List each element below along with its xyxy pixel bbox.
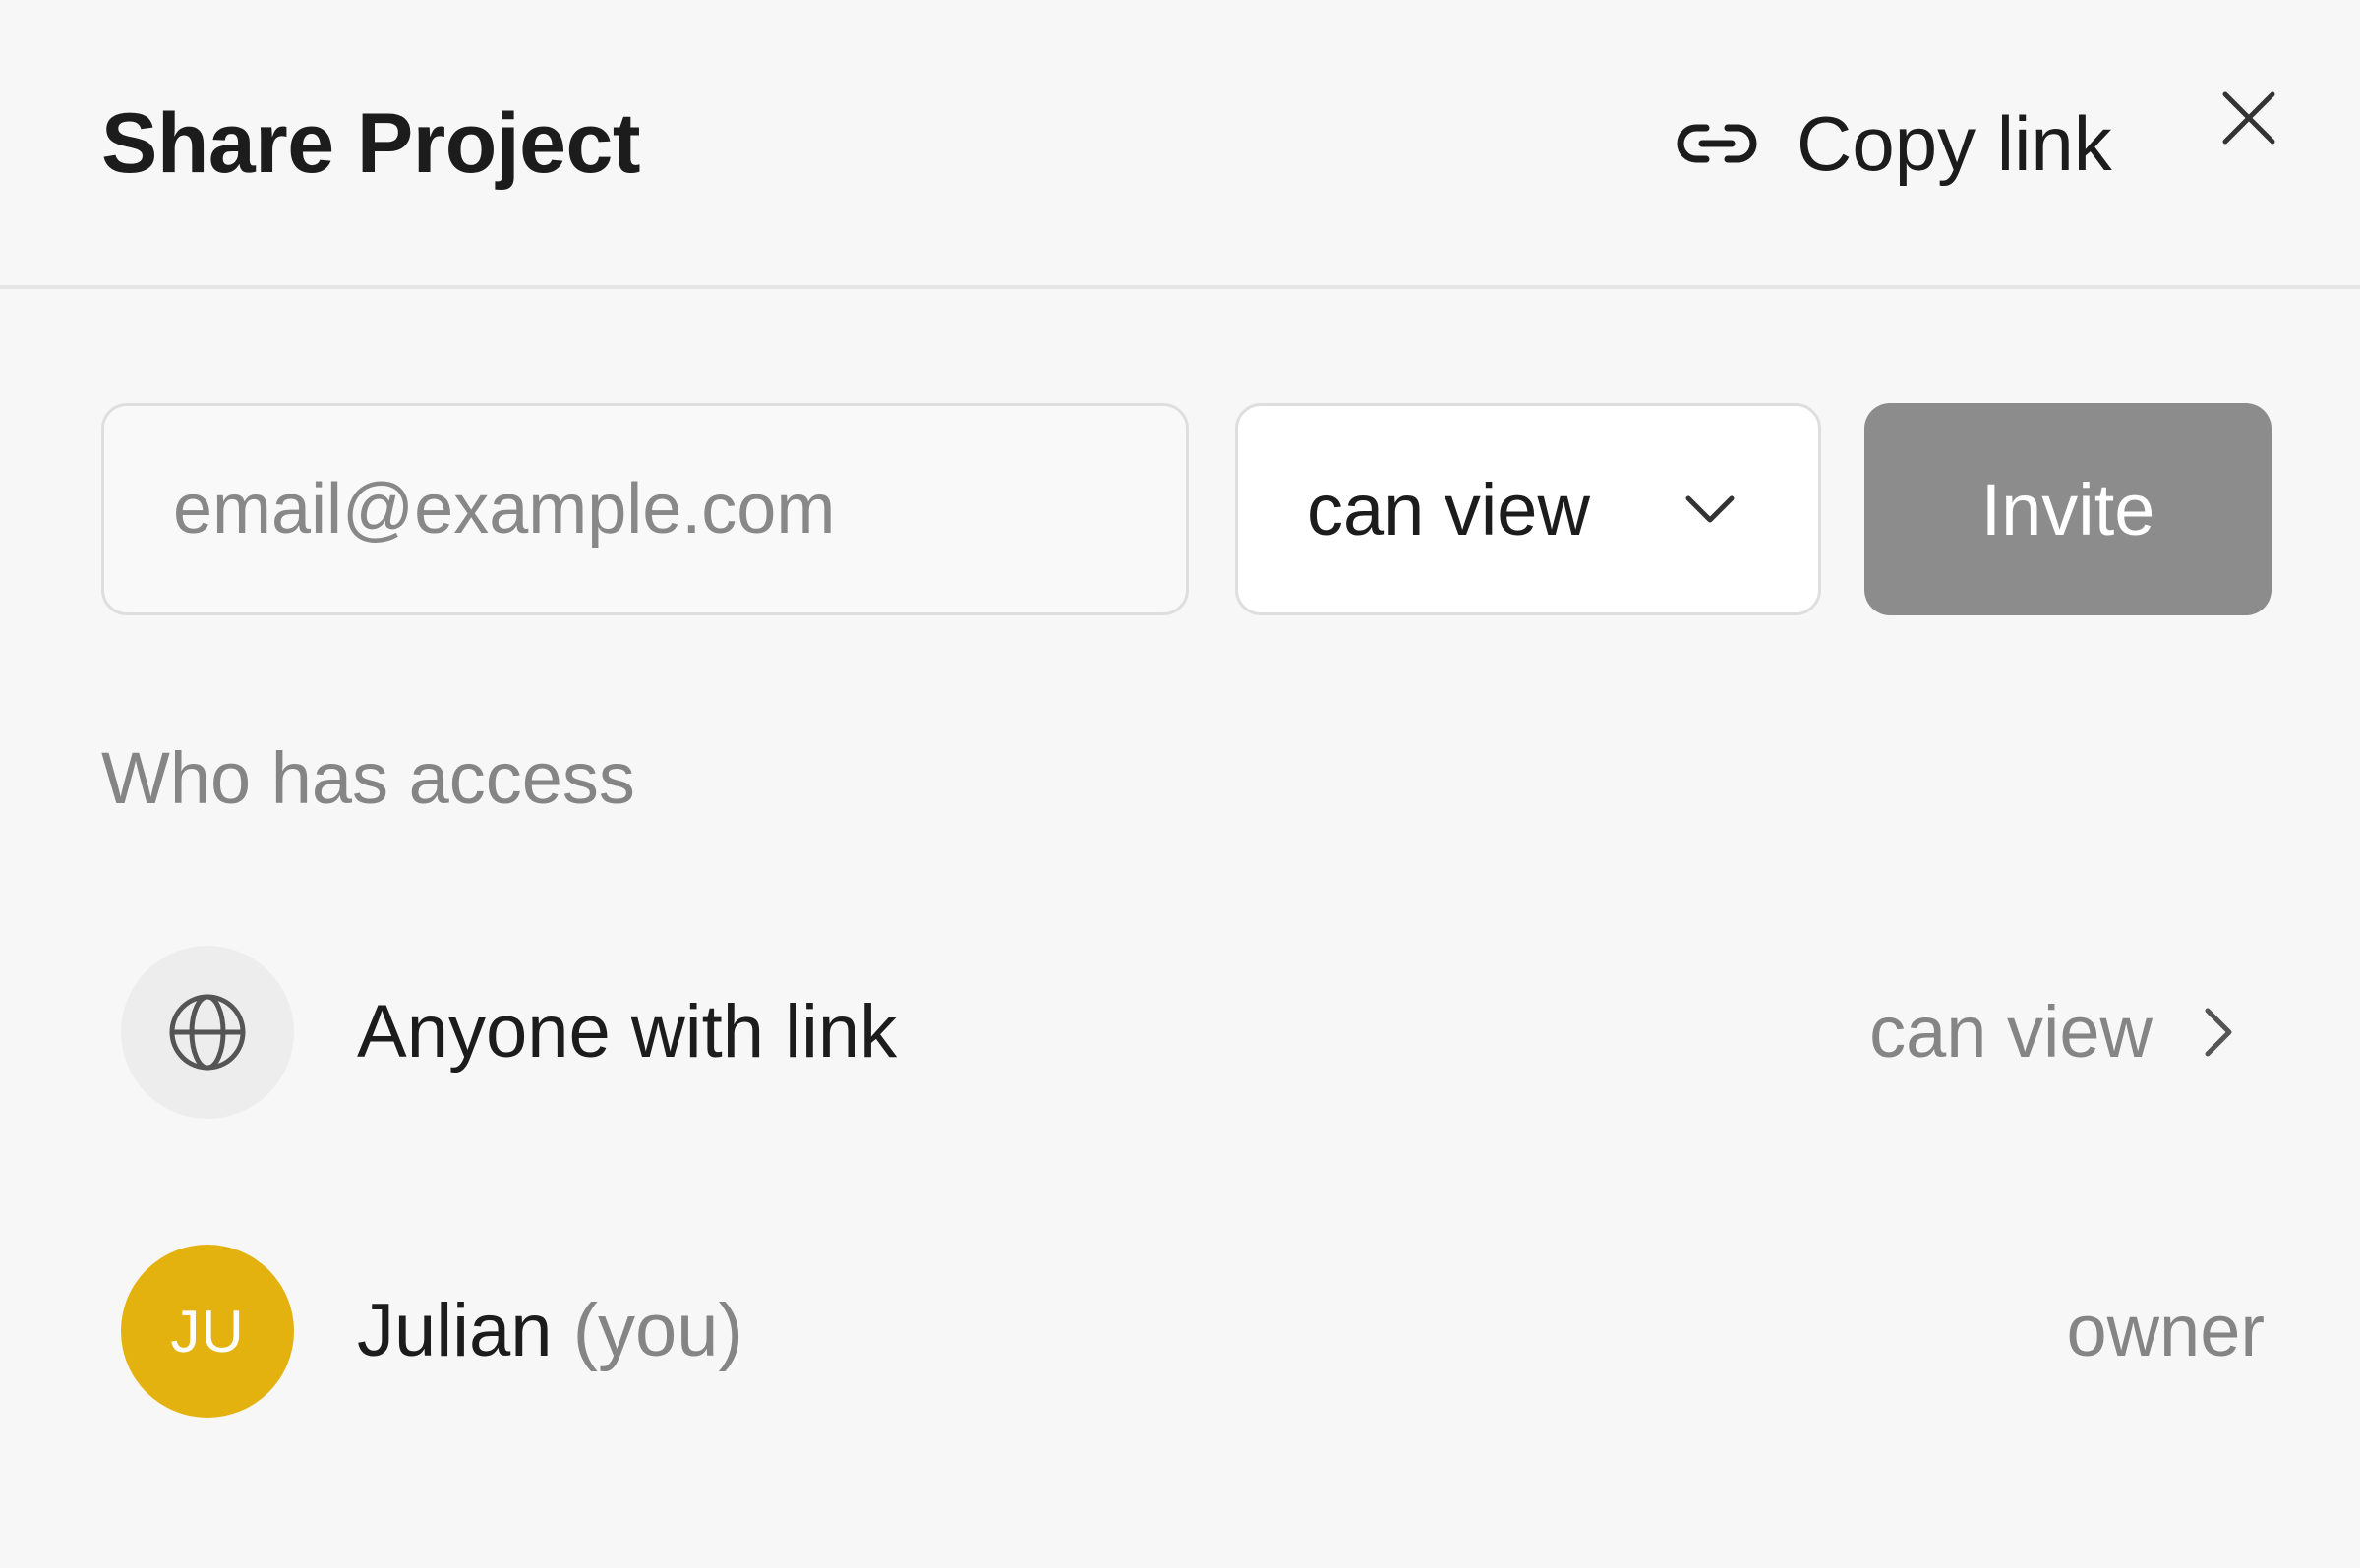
chevron-down-icon	[1685, 495, 1735, 523]
who-has-access-heading: Who has access	[101, 737, 635, 819]
link-permission-select[interactable]: can view	[1869, 983, 2235, 1081]
link-icon	[1677, 124, 1757, 163]
user-name: Julian	[357, 1289, 553, 1372]
role-select-value: can view	[1307, 468, 1590, 551]
owner-role-label: owner	[2066, 1290, 2265, 1371]
avatar: JU	[121, 1245, 294, 1418]
dialog-header: Share Project Copy link	[0, 0, 2360, 289]
access-name: Julian (you)	[357, 1282, 743, 1380]
share-dialog: Share Project Copy link can view Invite …	[0, 0, 2360, 1568]
close-icon[interactable]	[2217, 87, 2280, 149]
copy-link-button[interactable]: Copy link	[1677, 94, 2112, 193]
access-name: Anyone with link	[357, 990, 898, 1074]
globe-avatar	[121, 946, 294, 1119]
chevron-right-icon	[2205, 1008, 2232, 1057]
link-permission-value: can view	[1869, 991, 2153, 1073]
access-row-julian: JU Julian (you) owner	[101, 1245, 2265, 1422]
copy-link-label: Copy link	[1797, 100, 2112, 187]
you-suffix: (you)	[572, 1289, 743, 1372]
dialog-title: Share Project	[101, 96, 640, 191]
globe-icon	[169, 994, 246, 1071]
email-input[interactable]	[101, 403, 1189, 615]
access-row-anyone: Anyone with link can view	[101, 946, 2265, 1123]
invite-button[interactable]: Invite	[1864, 403, 2272, 615]
avatar-initials: JU	[170, 1298, 245, 1365]
role-select[interactable]: can view	[1235, 403, 1821, 615]
